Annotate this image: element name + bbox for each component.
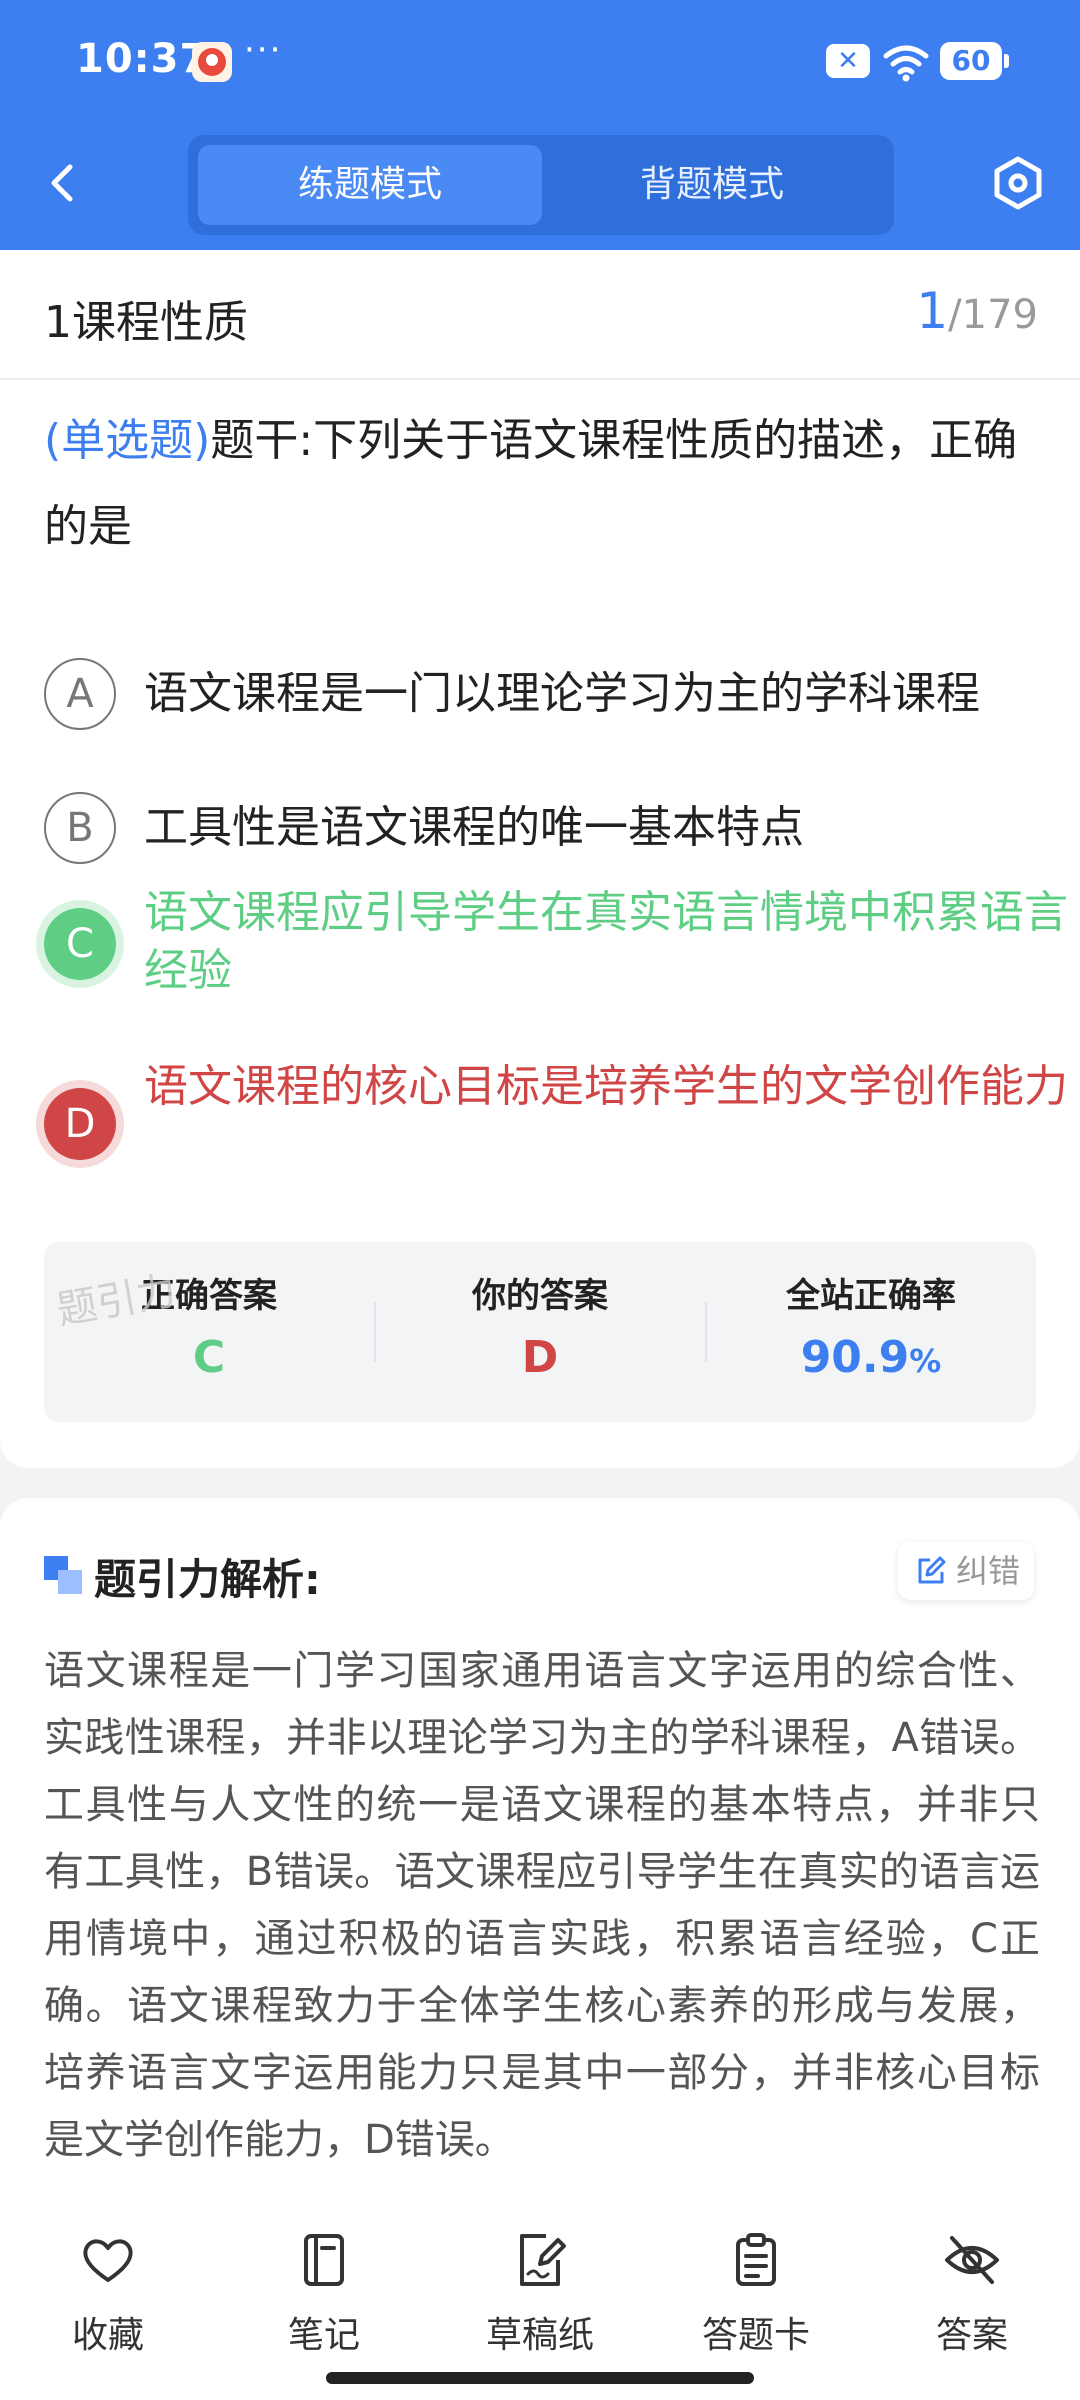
- answer-label: 答案: [935, 2315, 1008, 2356]
- option-letter: B: [44, 792, 116, 864]
- toggle-answer-button[interactable]: 答案: [864, 2220, 1080, 2360]
- your-answer-stat: 你的答案 D: [375, 1242, 705, 1422]
- more-notifications-icon: ···: [244, 30, 283, 70]
- app-header: 10:37 ··· ✕ 60 练题模式 背题模式: [0, 0, 1080, 250]
- total-questions: /179: [948, 292, 1038, 338]
- draft-paper-button[interactable]: 草稿纸: [432, 2220, 648, 2360]
- draft-paper-label: 草稿纸: [485, 2315, 594, 2356]
- settings-icon[interactable]: [988, 153, 1048, 213]
- option-a[interactable]: A 语文课程是一门以理论学习为主的学科课程: [44, 658, 1044, 730]
- option-d[interactable]: D 语文课程的核心目标是培养学生的文学创作能力: [44, 1058, 1068, 1178]
- question-header: 1课程性质 1/179: [0, 250, 1080, 380]
- your-answer-label: 你的答案: [472, 1276, 608, 1316]
- accuracy-value: 90.9%: [706, 1332, 1036, 1383]
- report-error-label: 纠错: [956, 1552, 1021, 1590]
- answer-card-label: 答题卡: [701, 2315, 810, 2356]
- draft-paper-icon: [520, 2234, 566, 2286]
- option-letter: A: [44, 658, 116, 730]
- notes-button[interactable]: 笔记: [216, 2220, 432, 2360]
- no-sim-icon: ✕: [826, 44, 870, 78]
- question-progress[interactable]: 1/179: [916, 282, 1038, 340]
- home-indicator[interactable]: [326, 2372, 754, 2384]
- favorite-label: 收藏: [71, 2315, 144, 2356]
- option-c[interactable]: C 语文课程应引导学生在真实语言情境中积累语言经验: [44, 884, 1068, 1004]
- question-card: 1课程性质 1/179 (单选题)题干:下列关于语文课程性质的描述，正确的是 A…: [0, 250, 1080, 1468]
- notes-label: 笔记: [287, 2315, 360, 2356]
- explanation-title: 题引力解析:: [94, 1555, 321, 1604]
- current-question-number: 1: [916, 282, 949, 340]
- app-notification-icon: [192, 42, 232, 82]
- accuracy-label: 全站正确率: [786, 1276, 956, 1316]
- clipboard-icon: [736, 2233, 776, 2286]
- option-text: 工具性是语文课程的唯一基本特点: [144, 802, 804, 853]
- accuracy-unit: %: [909, 1342, 942, 1380]
- question-type: (单选题): [44, 415, 211, 466]
- option-text: 语文课程是一门以理论学习为主的学科课程: [144, 668, 980, 719]
- back-arrow-icon[interactable]: [36, 155, 92, 211]
- chapter-title: 1课程性质: [44, 297, 248, 348]
- status-bar: 10:37 ··· ✕ 60: [0, 0, 1080, 125]
- answer-card-button[interactable]: 答题卡: [648, 2220, 864, 2360]
- tab-practice-mode[interactable]: 练题模式: [198, 145, 542, 225]
- correct-answer-value: C: [192, 1332, 226, 1383]
- favorite-button[interactable]: 收藏: [0, 2220, 216, 2360]
- bottom-toolbar: 收藏 笔记 草稿纸 答题卡 答案: [0, 2200, 1080, 2400]
- explanation-title-icon: [44, 1556, 82, 1594]
- option-letter: D: [44, 1088, 116, 1160]
- your-answer-value: D: [521, 1332, 559, 1383]
- battery-icon: 60: [940, 42, 1009, 80]
- accuracy-stat: 全站正确率 90.9%: [706, 1242, 1036, 1422]
- correct-answer-stat: 正确答案 C: [44, 1242, 374, 1422]
- option-letter: C: [44, 908, 116, 980]
- tab-recite-mode[interactable]: 背题模式: [540, 145, 884, 225]
- option-text: 语文课程应引导学生在真实语言情境中积累语言经验: [144, 887, 1068, 996]
- explanation-text: 语文课程是一门学习国家通用语言文字运用的综合性、实践性课程，并非以理论学习为主的…: [44, 1648, 1040, 2163]
- nav-bar: 练题模式 背题模式: [0, 125, 1080, 250]
- heart-icon: [83, 2239, 133, 2282]
- mode-switch: 练题模式 背题模式: [188, 135, 894, 235]
- notebook-icon: [304, 2234, 344, 2286]
- status-time: 10:37: [76, 36, 209, 82]
- edit-icon: [918, 1556, 946, 1584]
- eye-off-icon: [945, 2236, 999, 2284]
- option-text: 语文课程的核心目标是培养学生的文学创作能力: [144, 1061, 1068, 1112]
- accuracy-number: 90.9: [800, 1332, 910, 1383]
- answer-result-panel: 正确答案 C 你的答案 D 全站正确率 90.9%: [44, 1242, 1036, 1422]
- explanation-section: 题引力解析: 纠错 语文课程是一门学习国家通用语言文字运用的综合性、实践性课程，…: [0, 1498, 1080, 2218]
- question-stem: (单选题)题干:下列关于语文课程性质的描述，正确的是: [44, 398, 1034, 570]
- report-error-button[interactable]: 纠错: [898, 1542, 1034, 1600]
- option-b[interactable]: B 工具性是语文课程的唯一基本特点: [44, 792, 1044, 864]
- wifi-icon: [883, 45, 929, 82]
